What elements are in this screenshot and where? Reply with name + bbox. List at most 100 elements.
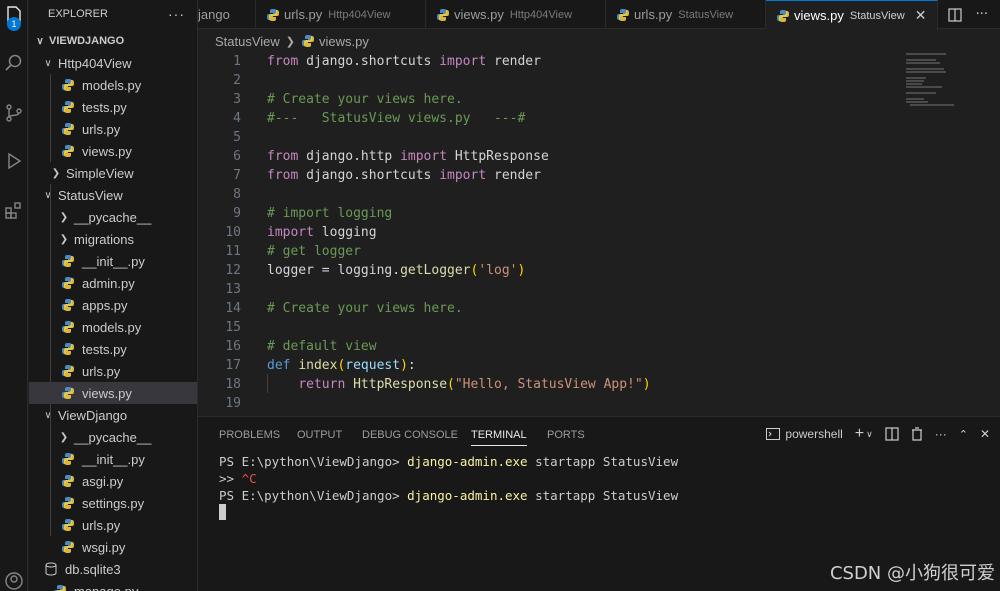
tab-django[interactable]: jango <box>198 0 256 29</box>
file-item[interactable]: urls.py <box>29 360 197 382</box>
tree-item-label: Http404View <box>58 55 132 71</box>
file-item[interactable]: db.sqlite3 <box>29 558 197 580</box>
code-line[interactable]: 2 <box>198 71 898 90</box>
python-icon <box>54 585 66 591</box>
tab-debug-console[interactable]: DEBUG CONSOLE <box>362 429 458 441</box>
maximize-panel-icon[interactable]: ⌃ <box>959 428 968 441</box>
file-item[interactable]: wsgi.py <box>29 536 197 558</box>
tree-item-label: __pycache__ <box>74 429 152 445</box>
line-number: 9 <box>233 206 241 221</box>
code-line[interactable]: 5 <box>198 128 898 147</box>
tree-item-label: apps.py <box>82 297 128 313</box>
tree-item-label: views.py <box>82 385 132 401</box>
file-item[interactable]: __init__.py <box>29 250 197 272</box>
source-control-icon[interactable] <box>0 98 28 128</box>
file-item[interactable]: settings.py <box>29 492 197 514</box>
file-item[interactable]: __init__.py <box>29 448 197 470</box>
code-line[interactable]: 7 from django.shortcuts import render <box>198 166 898 185</box>
chevron-down-icon[interactable]: ∨ <box>866 429 873 440</box>
folder-item[interactable]: ❯ __pycache__ <box>29 426 197 448</box>
folder-item[interactable]: ❯ __pycache__ <box>29 206 197 228</box>
tab-label: views.py <box>454 7 504 22</box>
trash-icon[interactable] <box>911 427 923 441</box>
folder-item[interactable]: ∨ StatusView <box>29 184 197 206</box>
more-actions-icon[interactable]: ··· <box>168 6 185 22</box>
code-text: from django.http import HttpResponse <box>267 149 549 164</box>
chevron-down-icon: ∨ <box>36 35 44 47</box>
chevron-down-icon: ∨ <box>44 409 52 421</box>
tab-views-http404view[interactable]: views.py Http404View <box>426 0 606 29</box>
code-line[interactable]: 19 <box>198 394 898 413</box>
code-line[interactable]: 9 # import logging <box>198 204 898 223</box>
file-item[interactable]: tests.py <box>29 338 197 360</box>
explorer-header: EXPLORER ··· <box>29 0 197 28</box>
tab-ports[interactable]: PORTS <box>547 429 585 441</box>
file-item[interactable]: urls.py <box>29 118 197 140</box>
file-item[interactable]: tests.py <box>29 96 197 118</box>
code-line[interactable]: 17 def index(request): <box>198 356 898 375</box>
tab-terminal[interactable]: TERMINAL <box>471 429 527 446</box>
tab-problems[interactable]: PROBLEMS <box>219 429 280 441</box>
tree-item-label: tests.py <box>82 341 127 357</box>
tab-views-statusview[interactable]: views.py StatusView ✕ <box>766 0 938 30</box>
code-line[interactable]: 11 # get logger <box>198 242 898 261</box>
code-line[interactable]: 3 # Create your views here. <box>198 90 898 109</box>
python-icon <box>62 365 74 377</box>
workspace-root[interactable]: ∨ VIEWDJANGO <box>29 30 197 52</box>
shell-name: powershell <box>785 427 843 441</box>
folder-item[interactable]: ∨ Http404View <box>29 52 197 74</box>
code-line[interactable]: 13 <box>198 280 898 299</box>
tab-urls-http404view[interactable]: urls.py Http404View <box>256 0 426 29</box>
folder-item[interactable]: ❯ migrations <box>29 228 197 250</box>
file-item[interactable]: apps.py <box>29 294 197 316</box>
code-line[interactable]: 6 from django.http import HttpResponse <box>198 147 898 166</box>
more-actions-icon[interactable]: ··· <box>976 7 988 22</box>
line-number: 18 <box>225 377 241 392</box>
line-number: 2 <box>233 73 241 88</box>
account-icon[interactable] <box>0 566 28 591</box>
search-icon[interactable] <box>0 48 28 78</box>
line-number: 5 <box>233 130 241 145</box>
more-actions-icon[interactable]: ··· <box>935 427 947 441</box>
folder-item[interactable]: ∨ ViewDjango <box>29 404 197 426</box>
new-terminal-icon[interactable]: + <box>855 425 864 443</box>
code-line[interactable]: 12 logger = logging.getLogger('log') <box>198 261 898 280</box>
split-terminal-icon[interactable] <box>885 427 899 441</box>
line-number: 11 <box>225 244 241 259</box>
tree-item-label: __init__.py <box>82 253 145 269</box>
breadcrumb-file[interactable]: views.py <box>319 34 369 49</box>
breadcrumb-folder[interactable]: StatusView <box>215 34 280 49</box>
extensions-icon[interactable] <box>0 195 28 225</box>
file-item[interactable]: asgi.py <box>29 470 197 492</box>
code-line[interactable]: 10 import logging <box>198 223 898 242</box>
file-item[interactable]: models.py <box>29 316 197 338</box>
tab-sublabel: Http404View <box>328 8 391 21</box>
file-item[interactable]: models.py <box>29 74 197 96</box>
file-item[interactable]: admin.py <box>29 272 197 294</box>
code-line[interactable]: 15 <box>198 318 898 337</box>
tab-output[interactable]: OUTPUT <box>297 429 342 441</box>
python-icon <box>62 343 74 355</box>
code-line[interactable]: 18 return HttpResponse("Hello, StatusVie… <box>198 375 898 394</box>
split-editor-icon[interactable] <box>947 7 962 22</box>
file-item[interactable]: views.py <box>29 382 197 404</box>
terminal-shell-selector[interactable]: powershell <box>766 427 843 441</box>
file-item[interactable]: urls.py <box>29 514 197 536</box>
code-text: # default view <box>267 339 377 354</box>
close-icon[interactable]: ✕ <box>915 7 927 24</box>
code-editor[interactable]: 1 from django.shortcuts import render 2 3 # … <box>198 51 1000 416</box>
code-line[interactable]: 14 # Create your views here. <box>198 299 898 318</box>
close-panel-icon[interactable]: ✕ <box>980 427 990 441</box>
python-icon <box>62 453 74 465</box>
code-line[interactable]: 8 <box>198 185 898 204</box>
folder-item[interactable]: ❯ SimpleView <box>29 162 197 184</box>
code-line[interactable]: 1 from django.shortcuts import render <box>198 52 898 71</box>
code-line[interactable]: 16 # default view <box>198 337 898 356</box>
tab-urls-statusview[interactable]: urls.py StatusView <box>606 0 766 29</box>
run-debug-icon[interactable] <box>0 146 28 176</box>
file-item[interactable]: views.py <box>29 140 197 162</box>
file-item[interactable]: manage.py <box>29 580 197 591</box>
line-number: 10 <box>225 225 241 240</box>
code-line[interactable]: 4 #--- StatusView views.py ---# <box>198 109 898 128</box>
minimap[interactable] <box>898 51 988 131</box>
